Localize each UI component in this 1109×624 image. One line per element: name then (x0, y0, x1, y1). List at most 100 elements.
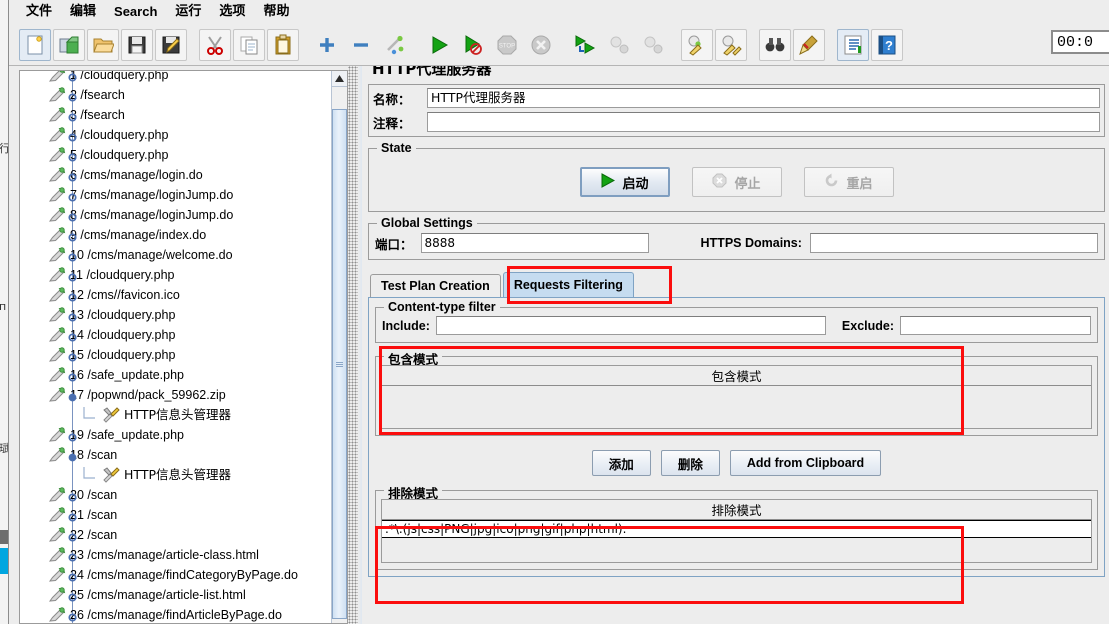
clear-button[interactable] (681, 28, 713, 61)
include-patterns-table[interactable]: 包含模式 (381, 365, 1092, 429)
split-pane-divider[interactable] (348, 66, 358, 624)
tree-leaf-knob-icon[interactable] (68, 371, 77, 382)
menu-file[interactable]: 文件 (17, 2, 61, 22)
tree-item[interactable]: 18 /scan (20, 445, 331, 465)
exclude-patterns-table[interactable]: 排除模式 .*\.(js|css|PNG|jpg|ico|png|gif|php… (381, 499, 1092, 563)
tree-leaf-knob-icon[interactable] (68, 431, 77, 442)
tree-item[interactable]: 7 /cms/manage/loginJump.do (20, 185, 331, 205)
help-button[interactable]: ? (871, 28, 903, 61)
tree-item[interactable]: 25 /cms/manage/article-list.html (20, 585, 331, 605)
paste-button[interactable] (267, 28, 299, 61)
tree-leaf-knob-icon[interactable] (68, 71, 77, 82)
tree-leaf-knob-icon[interactable] (68, 271, 77, 282)
tree-view[interactable]: 1 /cloudquery.php 2 /fsearch 3 /fsearch 4 /… (20, 71, 331, 623)
exclude-content-type-input[interactable] (900, 316, 1091, 335)
tree-expand-knob-icon[interactable] (68, 451, 77, 462)
tree-leaf-knob-icon[interactable] (68, 531, 77, 542)
tree-item[interactable]: 3 /fsearch (20, 105, 331, 125)
new-button[interactable] (19, 28, 51, 61)
search-button[interactable] (759, 28, 791, 61)
collapse-button[interactable] (345, 29, 377, 61)
tree-leaf-knob-icon[interactable] (68, 491, 77, 502)
tree-item[interactable]: 26 /cms/manage/findArticleByPage.do (20, 605, 331, 623)
tree-vertical-scrollbar[interactable] (331, 71, 347, 623)
tree-leaf-knob-icon[interactable] (68, 111, 77, 122)
right-panel-scroll-track[interactable] (358, 66, 362, 624)
tree-leaf-knob-icon[interactable] (68, 571, 77, 582)
tree-child-item[interactable]: HTTP信息头管理器 (20, 405, 331, 425)
menu-edit[interactable]: 编辑 (61, 2, 105, 22)
tree-item[interactable]: 22 /scan (20, 525, 331, 545)
tree-item[interactable]: 17 /popwnd/pack_59962.zip (20, 385, 331, 405)
tree-leaf-knob-icon[interactable] (68, 211, 77, 222)
name-input[interactable]: HTTP代理服务器 (427, 88, 1100, 108)
start-proxy-button[interactable]: 启动 (579, 167, 670, 197)
add-pattern-button[interactable]: 添加 (591, 450, 651, 476)
https-domains-input[interactable] (809, 233, 1098, 253)
add-from-clipboard-button[interactable]: Add from Clipboard (729, 450, 882, 476)
tree-item[interactable]: 2 /fsearch (20, 85, 331, 105)
tree-leaf-knob-icon[interactable] (68, 611, 77, 622)
start-no-timers-button[interactable] (457, 29, 489, 61)
tree-item[interactable]: 21 /scan (20, 505, 331, 525)
tree-item[interactable]: 14 /cloudquery.php (20, 325, 331, 345)
tree-item[interactable]: 16 /safe_update.php (20, 365, 331, 385)
save-as-button[interactable] (155, 28, 187, 61)
tree-leaf-knob-icon[interactable] (68, 231, 77, 242)
tree-leaf-knob-icon[interactable] (68, 131, 77, 142)
stop-button[interactable]: STOP (491, 29, 523, 61)
menu-search[interactable]: Search (105, 2, 166, 22)
tree-leaf-knob-icon[interactable] (68, 591, 77, 602)
save-button[interactable] (121, 28, 153, 61)
tree-leaf-knob-icon[interactable] (68, 331, 77, 342)
menu-options[interactable]: 选项 (210, 2, 254, 22)
open-button[interactable] (87, 28, 119, 61)
tree-item[interactable]: 1 /cloudquery.php (20, 71, 331, 85)
tree-item[interactable]: 6 /cms/manage/login.do (20, 165, 331, 185)
port-input[interactable]: 8888 (420, 233, 649, 253)
search-reset-button[interactable] (793, 28, 825, 61)
tree-leaf-knob-icon[interactable] (68, 511, 77, 522)
tree-item[interactable]: 10 /cms/manage/welcome.do (20, 245, 331, 265)
tree-leaf-knob-icon[interactable] (68, 551, 77, 562)
tree-item[interactable]: 24 /cms/manage/findCategoryByPage.do (20, 565, 331, 585)
tree-item[interactable]: 12 /cms//favicon.ico (20, 285, 331, 305)
function-helper-button[interactable] (837, 28, 869, 61)
tree-item[interactable]: 5 /cloudquery.php (20, 145, 331, 165)
tree-expand-knob-icon[interactable] (68, 391, 77, 402)
tree-leaf-knob-icon[interactable] (68, 311, 77, 322)
include-content-type-input[interactable] (435, 316, 826, 335)
expand-button[interactable] (311, 29, 343, 61)
tree-leaf-knob-icon[interactable] (68, 291, 77, 302)
stop-proxy-button[interactable]: 停止 (691, 167, 782, 197)
comment-input[interactable] (427, 112, 1100, 132)
tab-test-plan-creation[interactable]: Test Plan Creation (370, 274, 501, 297)
tree-item[interactable]: 23 /cms/manage/article-class.html (20, 545, 331, 565)
tree-leaf-knob-icon[interactable] (68, 91, 77, 102)
restart-proxy-button[interactable]: 重启 (803, 167, 894, 197)
cut-button[interactable] (199, 28, 231, 61)
tree-item[interactable]: 19 /safe_update.php (20, 425, 331, 445)
scrollbar-thumb[interactable] (332, 109, 347, 619)
scroll-up-arrow[interactable] (332, 71, 347, 87)
tree-leaf-knob-icon[interactable] (68, 251, 77, 262)
tree-item[interactable]: 20 /scan (20, 485, 331, 505)
start-button[interactable] (423, 29, 455, 61)
tab-requests-filtering[interactable]: Requests Filtering (502, 272, 634, 297)
toggle-button[interactable] (379, 29, 411, 61)
tree-leaf-knob-icon[interactable] (68, 151, 77, 162)
clear-all-button[interactable] (715, 28, 747, 61)
tree-item[interactable]: 13 /cloudquery.php (20, 305, 331, 325)
tree-leaf-knob-icon[interactable] (68, 171, 77, 182)
menu-help[interactable]: 帮助 (254, 2, 298, 22)
start-remote-button[interactable] (569, 29, 601, 61)
tree-item[interactable]: 11 /cloudquery.php (20, 265, 331, 285)
tree-leaf-knob-icon[interactable] (68, 351, 77, 362)
exclude-pattern-row[interactable]: .*\.(js|css|PNG|jpg|ico|png|gif|php|html… (382, 520, 1091, 538)
copy-button[interactable] (233, 28, 265, 61)
stop-remote-button[interactable] (603, 29, 635, 61)
tree-item[interactable]: 15 /cloudquery.php (20, 345, 331, 365)
delete-pattern-button[interactable]: 删除 (660, 450, 720, 476)
menu-run[interactable]: 运行 (166, 2, 210, 22)
tree-leaf-knob-icon[interactable] (68, 191, 77, 202)
